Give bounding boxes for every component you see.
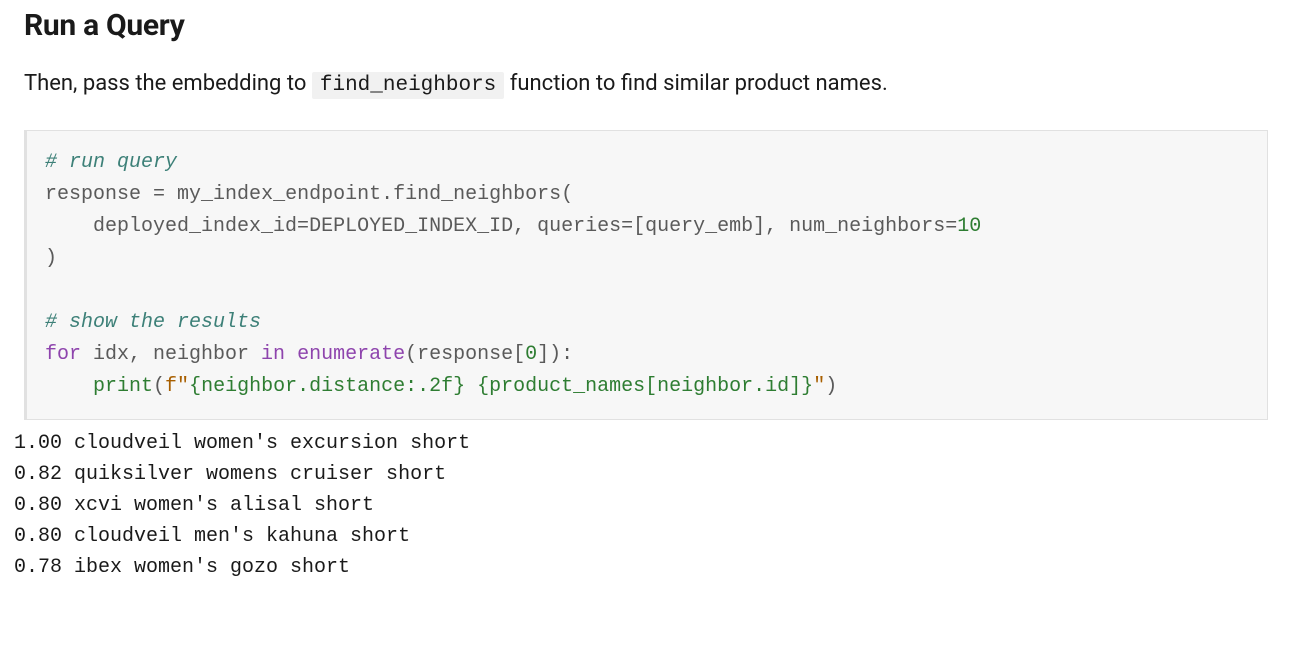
code-keyword: in	[261, 343, 285, 366]
code-op: .	[381, 183, 393, 206]
code-builtin: print	[93, 375, 153, 398]
code-text: idx, neighbor	[81, 343, 261, 366]
code-string	[465, 375, 477, 398]
code-op: =	[153, 183, 165, 206]
code-op: =	[297, 215, 309, 238]
code-text: (response[	[405, 343, 525, 366]
inline-code: find_neighbors	[312, 72, 504, 99]
code-text: ]):	[537, 343, 573, 366]
section-heading: Run a Query	[24, 8, 1268, 43]
description-after: function to find similar product names.	[504, 71, 887, 96]
code-string: "	[813, 375, 825, 398]
code-op: =	[621, 215, 633, 238]
code-builtin: enumerate	[297, 343, 405, 366]
code-text: response	[45, 183, 153, 206]
output-block: 1.00 cloudveil women's excursion short 0…	[14, 420, 1268, 583]
code-text: [query_emb], num_neighbors	[633, 215, 945, 238]
code-comment: # show the results	[45, 311, 261, 334]
code-text: find_neighbors(	[393, 183, 573, 206]
code-text: DEPLOYED_INDEX_ID, queries	[309, 215, 621, 238]
code-text: my_index_endpoint	[165, 183, 381, 206]
code-paren: (	[153, 375, 165, 398]
code-number: 10	[957, 215, 981, 238]
code-op: =	[945, 215, 957, 238]
code-text: deployed_index_id	[45, 215, 297, 238]
code-number: 0	[525, 343, 537, 366]
description-before: Then, pass the embedding to	[24, 71, 312, 96]
code-fstring-expr: {neighbor.distance:.2f}	[189, 375, 465, 398]
code-paren: )	[825, 375, 837, 398]
document-section: Run a Query Then, pass the embedding to …	[0, 0, 1292, 603]
code-indent	[45, 375, 93, 398]
code-paren: )	[45, 247, 57, 270]
code-string: f"	[165, 375, 189, 398]
code-comment: # run query	[45, 151, 177, 174]
section-description: Then, pass the embedding to find_neighbo…	[24, 67, 1268, 102]
code-keyword: for	[45, 343, 81, 366]
code-text	[285, 343, 297, 366]
code-fstring-expr: {product_names[neighbor.id]}	[477, 375, 813, 398]
code-block: # run query response = my_index_endpoint…	[24, 130, 1268, 420]
